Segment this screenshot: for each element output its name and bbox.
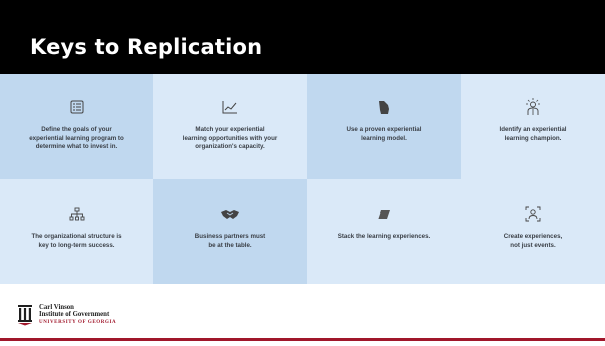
tile-proven-model: Use a proven experiential learning model… — [307, 74, 461, 179]
handshake-icon — [220, 203, 240, 225]
tile-org-structure: The organizational structure is key to l… — [0, 179, 153, 284]
tile-create-experiences: Create experiences, not just events. — [461, 179, 605, 284]
tile-text: Match your experiential learning opportu… — [182, 126, 278, 150]
org-name-line2: Institute of Government — [39, 311, 110, 319]
footer-accent-bar — [0, 338, 605, 346]
footer-logo: Carl Vinson Institute of Government UNIV… — [17, 304, 116, 326]
person-focus-icon — [525, 203, 541, 225]
line-chart-icon — [222, 96, 238, 118]
eraser-icon — [376, 203, 392, 225]
slide-title: Keys to Replication — [30, 35, 263, 59]
tile-text: Create experiences, not just events. — [503, 233, 563, 249]
tile-text: The organizational structure is key to l… — [31, 233, 122, 249]
tile-match-capacity: Match your experiential learning opportu… — [153, 74, 307, 179]
org-chart-icon — [69, 203, 85, 225]
tile-text: Identify an experiential learning champi… — [499, 126, 567, 142]
tile-business-partners: Business partners must be at the table. — [153, 179, 307, 284]
checklist-icon — [70, 96, 84, 118]
tile-text: Stack the learning experiences. — [337, 233, 431, 240]
keys-grid: Define the goals of your experiential le… — [0, 74, 605, 284]
georgia-map-icon — [378, 96, 390, 118]
person-lightbulb-icon — [525, 96, 541, 118]
slide-header: Keys to Replication — [0, 0, 605, 74]
tile-text: Business partners must be at the table. — [194, 233, 266, 249]
university-name: UNIVERSITY OF GEORGIA — [39, 319, 117, 325]
arch-logo-icon — [17, 304, 33, 326]
tile-champion: Identify an experiential learning champi… — [461, 74, 605, 179]
tile-text: Use a proven experiential learning model… — [346, 126, 422, 142]
org-name-line1: Carl Vinson — [39, 304, 74, 311]
tile-text: Define the goals of your experiential le… — [29, 126, 124, 150]
tile-define-goals: Define the goals of your experiential le… — [0, 74, 153, 179]
tile-stack-experiences: Stack the learning experiences. — [307, 179, 461, 284]
